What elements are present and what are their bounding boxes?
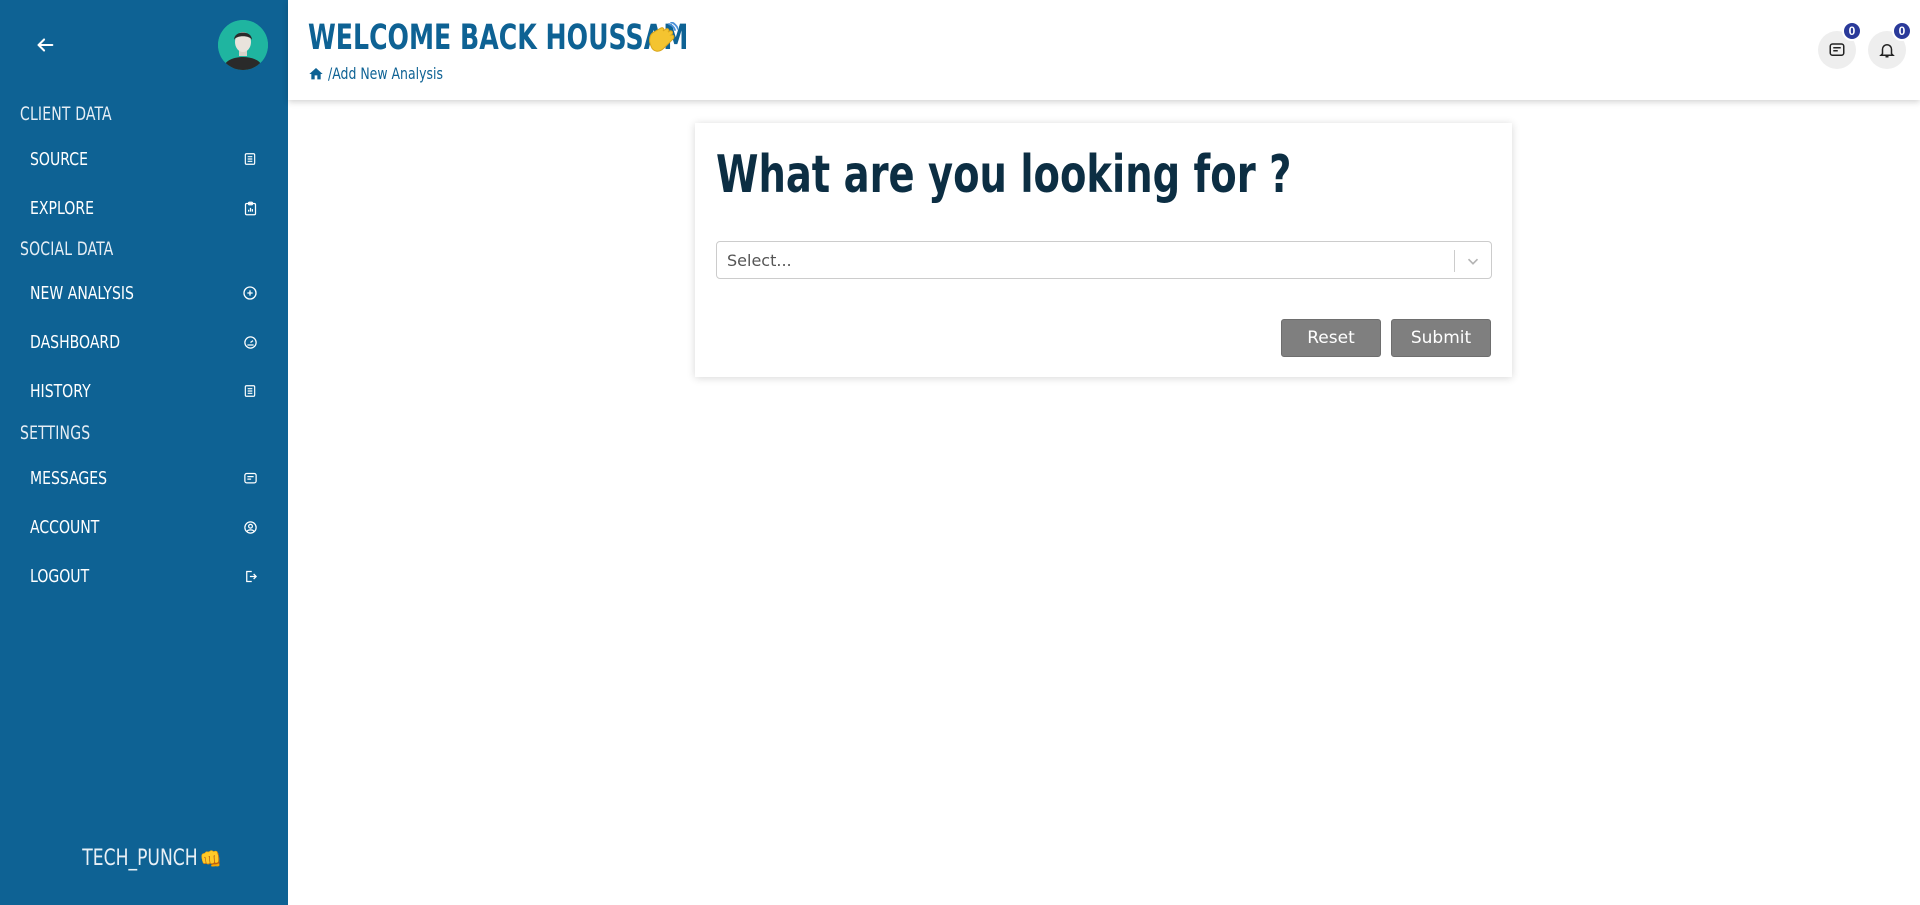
sidebar: CLIENT DATA SOURCE EXPLORE SOCIAL DATA N… bbox=[0, 0, 288, 905]
select-placeholder: Select... bbox=[727, 251, 792, 270]
sidebar-item-dashboard[interactable]: DASHBOARD bbox=[0, 322, 288, 362]
brand-name: TECH_PUNCH bbox=[82, 846, 198, 871]
submit-button[interactable]: Submit bbox=[1391, 319, 1491, 357]
avatar[interactable] bbox=[218, 20, 268, 70]
sidebar-item-account[interactable]: ACCOUNT bbox=[0, 507, 288, 547]
breadcrumb-current[interactable]: /Add New Analysis bbox=[328, 64, 443, 83]
sidebar-item-label: EXPLORE bbox=[30, 197, 94, 219]
select-separator bbox=[1454, 250, 1455, 272]
brand: TECH_PUNCH 👊 bbox=[0, 846, 288, 871]
list-icon bbox=[241, 150, 259, 168]
gauge-icon bbox=[241, 333, 259, 351]
bell-icon bbox=[1879, 44, 1895, 58]
clipboard-chart-icon bbox=[241, 199, 259, 217]
notifications-button[interactable]: 0 bbox=[1868, 21, 1912, 69]
sidebar-item-label: NEW ANALYSIS bbox=[30, 282, 134, 304]
breadcrumb: /Add New Analysis bbox=[308, 64, 475, 83]
sidebar-item-messages[interactable]: MESSAGES bbox=[0, 458, 288, 498]
chevron-down-icon[interactable] bbox=[1464, 252, 1482, 270]
waving-hand-icon bbox=[649, 22, 678, 52]
sidebar-item-label: MESSAGES bbox=[30, 467, 108, 489]
analysis-type-select[interactable]: Select... bbox=[716, 241, 1492, 279]
logout-icon bbox=[241, 567, 259, 585]
list-icon bbox=[241, 382, 259, 400]
section-title-settings: SETTINGS bbox=[20, 422, 91, 444]
sidebar-item-label: DASHBOARD bbox=[30, 331, 121, 353]
sidebar-item-label: ACCOUNT bbox=[30, 516, 100, 538]
analysis-card: What are you looking for ? Select... Res… bbox=[695, 123, 1512, 377]
user-avatar-icon bbox=[218, 20, 268, 70]
plus-circle-icon bbox=[241, 284, 259, 302]
messages-count-badge: 0 bbox=[1842, 21, 1862, 41]
back-button[interactable] bbox=[30, 30, 60, 60]
message-icon bbox=[1829, 43, 1845, 56]
section-title-social-data: SOCIAL DATA bbox=[20, 238, 114, 260]
fist-emoji-icon: 👊 bbox=[199, 849, 223, 870]
sidebar-item-source[interactable]: SOURCE bbox=[0, 139, 288, 179]
home-icon[interactable] bbox=[308, 66, 324, 82]
sidebar-item-history[interactable]: HISTORY bbox=[0, 371, 288, 411]
welcome-title: WELCOME BACK HOUSSAM bbox=[308, 18, 689, 58]
arrow-left-icon bbox=[37, 38, 54, 52]
reset-button[interactable]: Reset bbox=[1281, 319, 1381, 357]
page-title: What are you looking for ? bbox=[716, 145, 1292, 205]
sidebar-item-new-analysis[interactable]: NEW ANALYSIS bbox=[0, 273, 288, 313]
sidebar-item-logout[interactable]: LOGOUT bbox=[0, 556, 288, 596]
sidebar-item-label: HISTORY bbox=[30, 380, 91, 402]
message-icon bbox=[241, 469, 259, 487]
sidebar-item-label: SOURCE bbox=[30, 148, 88, 170]
sidebar-item-label: LOGOUT bbox=[30, 565, 90, 587]
messages-button[interactable]: 0 bbox=[1818, 21, 1862, 69]
top-header: WELCOME BACK HOUSSAM /Add New Analysis 0… bbox=[288, 0, 1920, 100]
sidebar-item-explore[interactable]: EXPLORE bbox=[0, 188, 288, 228]
section-title-client-data: CLIENT DATA bbox=[20, 103, 112, 125]
user-circle-icon bbox=[241, 518, 259, 536]
notifications-count-badge: 0 bbox=[1892, 21, 1912, 41]
